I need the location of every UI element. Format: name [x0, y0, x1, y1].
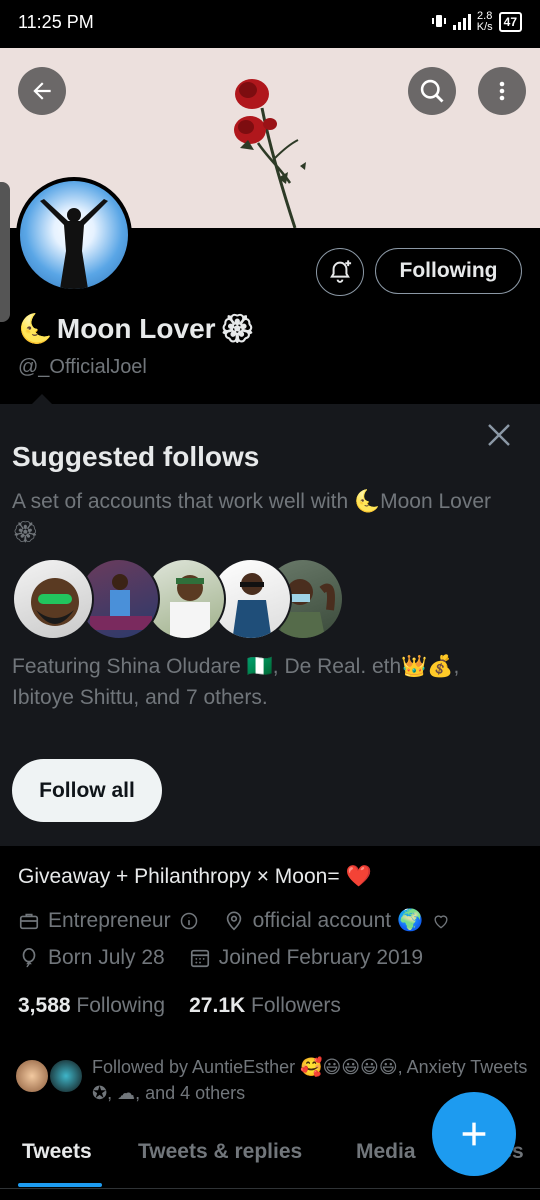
mini-avatar[interactable] [48, 1058, 84, 1094]
battery-indicator: 47 [498, 12, 522, 32]
profile-handle: @_OfficialJoel [18, 356, 147, 378]
vibrate-icon [431, 13, 447, 32]
close-suggested-button[interactable] [484, 420, 514, 450]
followers-count-link[interactable]: 27.1K Followers [189, 994, 341, 1018]
more-options-button[interactable] [478, 67, 526, 115]
profile-bio: Giveaway + Philanthropy × Moon= ❤️ [18, 865, 372, 888]
profile-meta-row-2: Born July 28 Joined February 2019 [18, 946, 423, 970]
tab-media[interactable]: Media [356, 1140, 416, 1164]
status-icons: 2.8 K/s 47 [431, 11, 522, 33]
suggested-title: Suggested follows [12, 441, 260, 472]
edge-panel-handle[interactable] [0, 182, 10, 322]
compose-tweet-button[interactable] [432, 1092, 516, 1176]
category-text: Entrepreneur [48, 909, 171, 932]
info-icon[interactable] [179, 911, 199, 931]
back-button[interactable] [18, 67, 66, 115]
followers-label: Followers [251, 994, 341, 1017]
location-item: official account 🌍 [223, 909, 452, 933]
profile-meta-row-1: Entrepreneur official account 🌍 [18, 909, 451, 933]
location-pin-icon [226, 911, 241, 931]
more-vertical-icon [499, 81, 505, 101]
bell-plus-icon [330, 260, 352, 283]
following-count-link[interactable]: 3,588 Following [18, 994, 165, 1018]
heart-outline-icon [434, 915, 448, 929]
search-button[interactable] [408, 67, 456, 115]
followed-by-avatars[interactable] [14, 1058, 94, 1096]
close-icon [488, 424, 510, 446]
briefcase-icon [19, 913, 39, 930]
rosette-emoji: 🏵 [219, 313, 256, 344]
plus-icon [462, 1122, 486, 1146]
birthday-item: Born July 28 [18, 946, 165, 970]
net-speed: 2.8 K/s [476, 10, 493, 33]
location-text: official account 🌍 [252, 909, 424, 932]
category-item: Entrepreneur [18, 909, 199, 933]
tabs-divider [0, 1188, 540, 1200]
search-icon [420, 79, 444, 103]
suggested-avatar[interactable] [12, 558, 94, 640]
profile-avatar[interactable] [16, 177, 132, 293]
follow-all-button[interactable]: Follow all [12, 759, 162, 822]
status-bar: 11:25 PM 2.8 K/s 47 [0, 0, 540, 48]
followers-count: 27.1K [189, 994, 246, 1017]
birthday-text: Born July 28 [48, 946, 165, 969]
active-tab-indicator [18, 1183, 102, 1187]
profile-display-name: 🌜 Moon Lover 🏵 [18, 312, 255, 345]
notifications-bell-button[interactable] [316, 248, 364, 296]
mini-avatar[interactable] [14, 1058, 50, 1094]
following-button[interactable]: Following [375, 248, 522, 294]
following-label: Following [76, 994, 166, 1017]
status-time: 11:25 PM [18, 12, 94, 32]
joined-text: Joined February 2019 [218, 946, 424, 969]
display-name-text: Moon Lover [56, 312, 216, 344]
avatar-silhouette-image [40, 199, 108, 289]
follow-counts: 3,588 Following 27.1K Followers [18, 994, 341, 1018]
calendar-icon [190, 949, 209, 968]
balloon-icon [22, 948, 36, 968]
back-arrow-icon [33, 82, 51, 100]
following-count: 3,588 [18, 994, 71, 1017]
suggested-description: A set of accounts that work well with 🌜M… [12, 490, 492, 544]
moon-emoji: 🌜 [18, 313, 53, 344]
signal-icon [452, 14, 471, 30]
featuring-text: Featuring Shina Oludare 🇳🇬, De Real. eth… [12, 655, 460, 709]
joined-item: Joined February 2019 [189, 946, 423, 970]
tab-tweets-replies[interactable]: Tweets & replies [138, 1140, 302, 1164]
tab-tweets[interactable]: Tweets [22, 1140, 92, 1164]
